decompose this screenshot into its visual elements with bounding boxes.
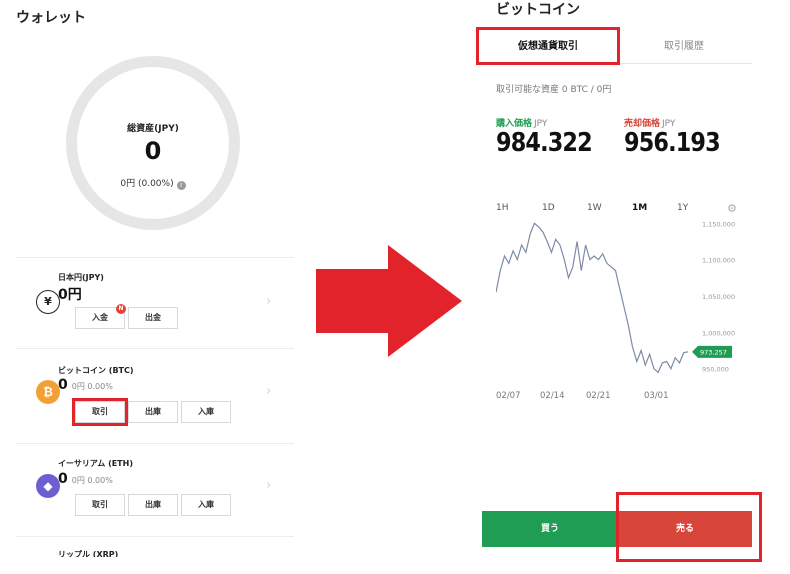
withdraw-button[interactable]: 出金 [128,307,178,329]
available-assets: 取引可能な資産 0 BTC / 0円 [496,85,612,95]
total-assets-sub: 0円 (0.00%) i [77,176,229,190]
range-1w[interactable]: 1W [587,203,602,213]
price-line [496,222,689,374]
total-assets-ring: 総資産(JPY) 0 0円 (0.00%) i [66,56,240,230]
divider [16,257,294,258]
y-tick-label: 1,100,000 [702,257,735,265]
price-chart: 1,150,000 1,100,000 1,050,000 1,000,000 950,… [496,220,735,401]
asset-name-btc: ビットコイン (BTC) [58,366,134,375]
bitcoin-title: ビットコイン [496,2,580,18]
bitcoin-icon: ₿ [36,380,60,404]
bitcoin-screen: ビットコイン 仮想通貨取引 取引履歴 取引可能な資産 0 BTC / 0円 購入… [476,0,762,574]
chevron-right-icon[interactable]: › [266,384,271,399]
notification-badge: N [116,304,126,314]
sell-price-value: 956.193 [624,128,721,158]
arrow-right-icon [316,245,462,357]
current-value-tag: 973,257 [692,345,732,358]
highlight-box [476,27,620,65]
x-tick-label: 02/14 [540,391,565,401]
divider [16,536,294,537]
total-assets-label: 総資産(JPY) [127,124,179,134]
x-tick-label: 03/01 [644,391,669,401]
chevron-right-icon[interactable]: › [266,294,271,309]
range-1m[interactable]: 1M [632,203,647,213]
info-icon[interactable]: i [176,181,186,190]
total-assets-sub-text: 0円 (0.00%) [120,179,174,189]
range-1y[interactable]: 1Y [677,203,688,213]
highlight-box [616,492,762,562]
asset-amount-jpy: 0円 [58,287,82,303]
yen-icon: ¥ [36,290,60,314]
x-tick-label: 02/21 [586,391,611,401]
divider [16,443,294,444]
y-tick-label: 1,150,000 [702,220,735,228]
wallet-screen: ウォレット 総資産(JPY) 0 0円 (0.00%) i 日本円(JPY) ¥ … [0,0,300,574]
current-value-label: 973,257 [700,348,727,356]
tab-trade-history[interactable]: 取引履歴 [616,30,752,64]
chevron-right-icon[interactable]: › [266,478,271,493]
wallet-title: ウォレット [16,10,86,26]
asset-name-jpy: 日本円(JPY) [58,273,104,282]
total-assets-value: 0 [144,137,162,165]
range-1h[interactable]: 1H [496,203,509,213]
divider [16,348,294,349]
y-tick-label: 1,050,000 [702,293,735,301]
asset-sub-eth: 0円 0.00% [71,476,113,485]
asset-name-xrp-partial: リップル (XRP) [58,550,119,557]
asset-amount-btc-value: 0 [58,377,68,393]
buy-price-value: 984.322 [496,128,593,158]
asset-amount-eth: 0 0円 0.00% [58,471,113,487]
send-button-eth[interactable]: 出庫 [128,494,178,516]
y-tick-label: 1,000,000 [702,329,735,337]
asset-sub-btc: 0円 0.00% [71,382,113,391]
receive-button-eth[interactable]: 入庫 [181,494,231,516]
ethereum-icon: ◆ [36,474,60,498]
range-1d[interactable]: 1D [542,203,555,213]
trade-button-eth[interactable]: 取引 [75,494,125,516]
x-tick-label: 02/07 [496,391,521,401]
send-button-btc[interactable]: 出庫 [128,401,178,423]
receive-button-btc[interactable]: 入庫 [181,401,231,423]
highlight-box [72,398,128,426]
gear-icon[interactable]: ⚙ [727,202,737,215]
asset-amount-btc: 0 0円 0.00% [58,377,113,393]
asset-amount-eth-value: 0 [58,471,68,487]
buy-button[interactable]: 買う [482,511,618,547]
asset-name-eth: イーサリアム (ETH) [58,459,133,468]
y-tick-label: 950,000 [702,366,729,374]
